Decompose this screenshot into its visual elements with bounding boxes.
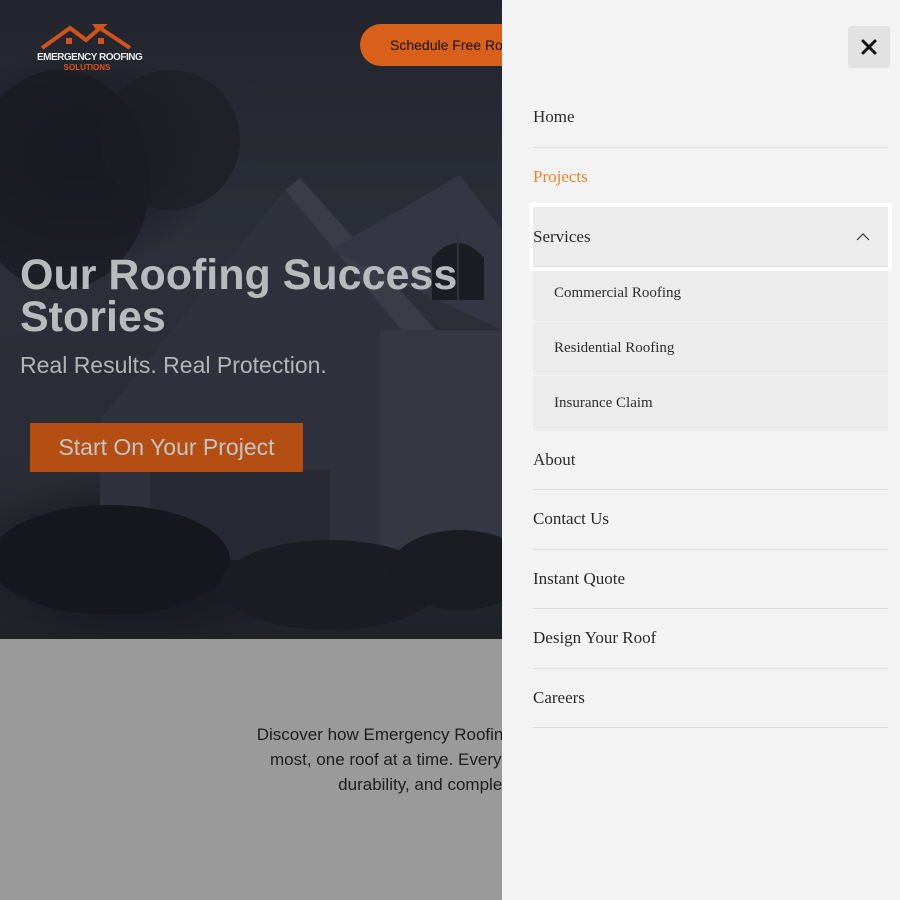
house-roof-logo-icon	[40, 24, 132, 50]
menu-item-home[interactable]: Home	[533, 88, 888, 148]
mobile-menu-panel: Home Projects Services Commercial Roofin…	[502, 0, 900, 900]
start-project-button[interactable]: Start On Your Project	[30, 423, 303, 472]
submenu-item-commercial-roofing[interactable]: Commercial Roofing	[533, 267, 888, 322]
close-icon	[861, 39, 877, 55]
menu-item-design-your-roof[interactable]: Design Your Roof	[533, 609, 888, 669]
hero-title: Our Roofing Success Stories	[20, 251, 458, 341]
menu-list: Home Projects Services Commercial Roofin…	[529, 88, 892, 728]
menu-item-instant-quote[interactable]: Instant Quote	[533, 550, 888, 609]
logo-text-primary: EMERGENCY ROOFING	[37, 52, 143, 63]
logo-text-secondary: SOLUTIONS	[63, 63, 111, 72]
menu-item-services-label: Services	[533, 226, 591, 246]
hero-subtitle: Real Results. Real Protection.	[20, 352, 327, 378]
chevron-up-icon[interactable]	[856, 232, 870, 241]
menu-item-about[interactable]: About	[533, 431, 888, 490]
menu-item-careers[interactable]: Careers	[533, 669, 888, 728]
close-menu-button[interactable]	[848, 26, 890, 68]
menu-item-contact-us[interactable]: Contact Us	[533, 490, 888, 550]
services-submenu: Commercial Roofing Residential Roofing I…	[533, 267, 888, 431]
menu-item-services[interactable]: Services	[529, 203, 892, 271]
submenu-item-residential-roofing[interactable]: Residential Roofing	[533, 322, 888, 376]
submenu-item-insurance-claim[interactable]: Insurance Claim	[533, 376, 888, 431]
company-logo[interactable]: EMERGENCY ROOFING SOLUTIONS	[34, 22, 143, 74]
menu-item-projects[interactable]: Projects	[533, 148, 888, 207]
